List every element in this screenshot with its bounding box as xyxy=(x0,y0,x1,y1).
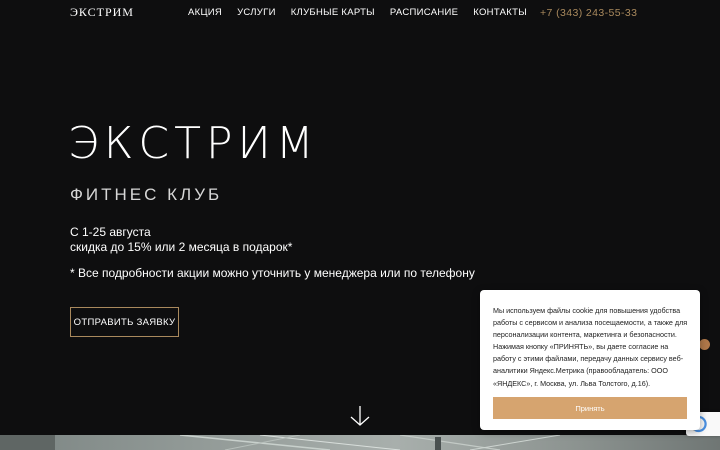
main-nav: АКЦИЯ УСЛУГИ КЛУБНЫЕ КАРТЫ РАСПИСАНИЕ КО… xyxy=(188,7,527,18)
accept-cookies-button[interactable]: Принять xyxy=(493,397,687,419)
promo-discount: скидка до 15% или 2 месяца в подарок* xyxy=(70,240,293,254)
nav-item-club-cards[interactable]: КЛУБНЫЕ КАРТЫ xyxy=(291,7,375,18)
cookie-text: Мы используем файлы cookie для повышения… xyxy=(493,306,688,388)
nav-item-schedule[interactable]: РАСПИСАНИЕ xyxy=(390,7,458,18)
hero-title: ЭКСТРИМ xyxy=(68,118,319,169)
page: ЭКСТРИМ АКЦИЯ УСЛУГИ КЛУБНЫЕ КАРТЫ РАСПИ… xyxy=(0,0,720,450)
dot-icon[interactable] xyxy=(699,339,710,350)
hero-background-image xyxy=(0,435,720,450)
nav-item-services[interactable]: УСЛУГИ xyxy=(237,7,276,18)
send-request-button[interactable]: ОТПРАВИТЬ ЗАЯВКУ xyxy=(70,307,179,337)
arrow-down-icon[interactable] xyxy=(349,404,371,428)
site-header: ЭКСТРИМ АКЦИЯ УСЛУГИ КЛУБНЫЕ КАРТЫ РАСПИ… xyxy=(0,0,720,26)
hero-subtitle: ФИТНЕС КЛУБ xyxy=(70,185,223,204)
promo-dates: С 1-25 августа xyxy=(70,225,151,239)
phone-link[interactable]: +7 (343) 243-55-33 xyxy=(540,7,637,19)
promo-text: С 1-25 августа скидка до 15% или 2 месяц… xyxy=(70,225,292,255)
cookie-consent-popup: Мы используем файлы cookie для повышения… xyxy=(480,290,700,430)
nav-item-promo[interactable]: АКЦИЯ xyxy=(188,7,222,18)
promo-note: * Все подробности акции можно уточнить у… xyxy=(70,266,475,280)
nav-item-contacts[interactable]: КОНТАКТЫ xyxy=(473,7,527,18)
logo[interactable]: ЭКСТРИМ xyxy=(70,5,134,20)
